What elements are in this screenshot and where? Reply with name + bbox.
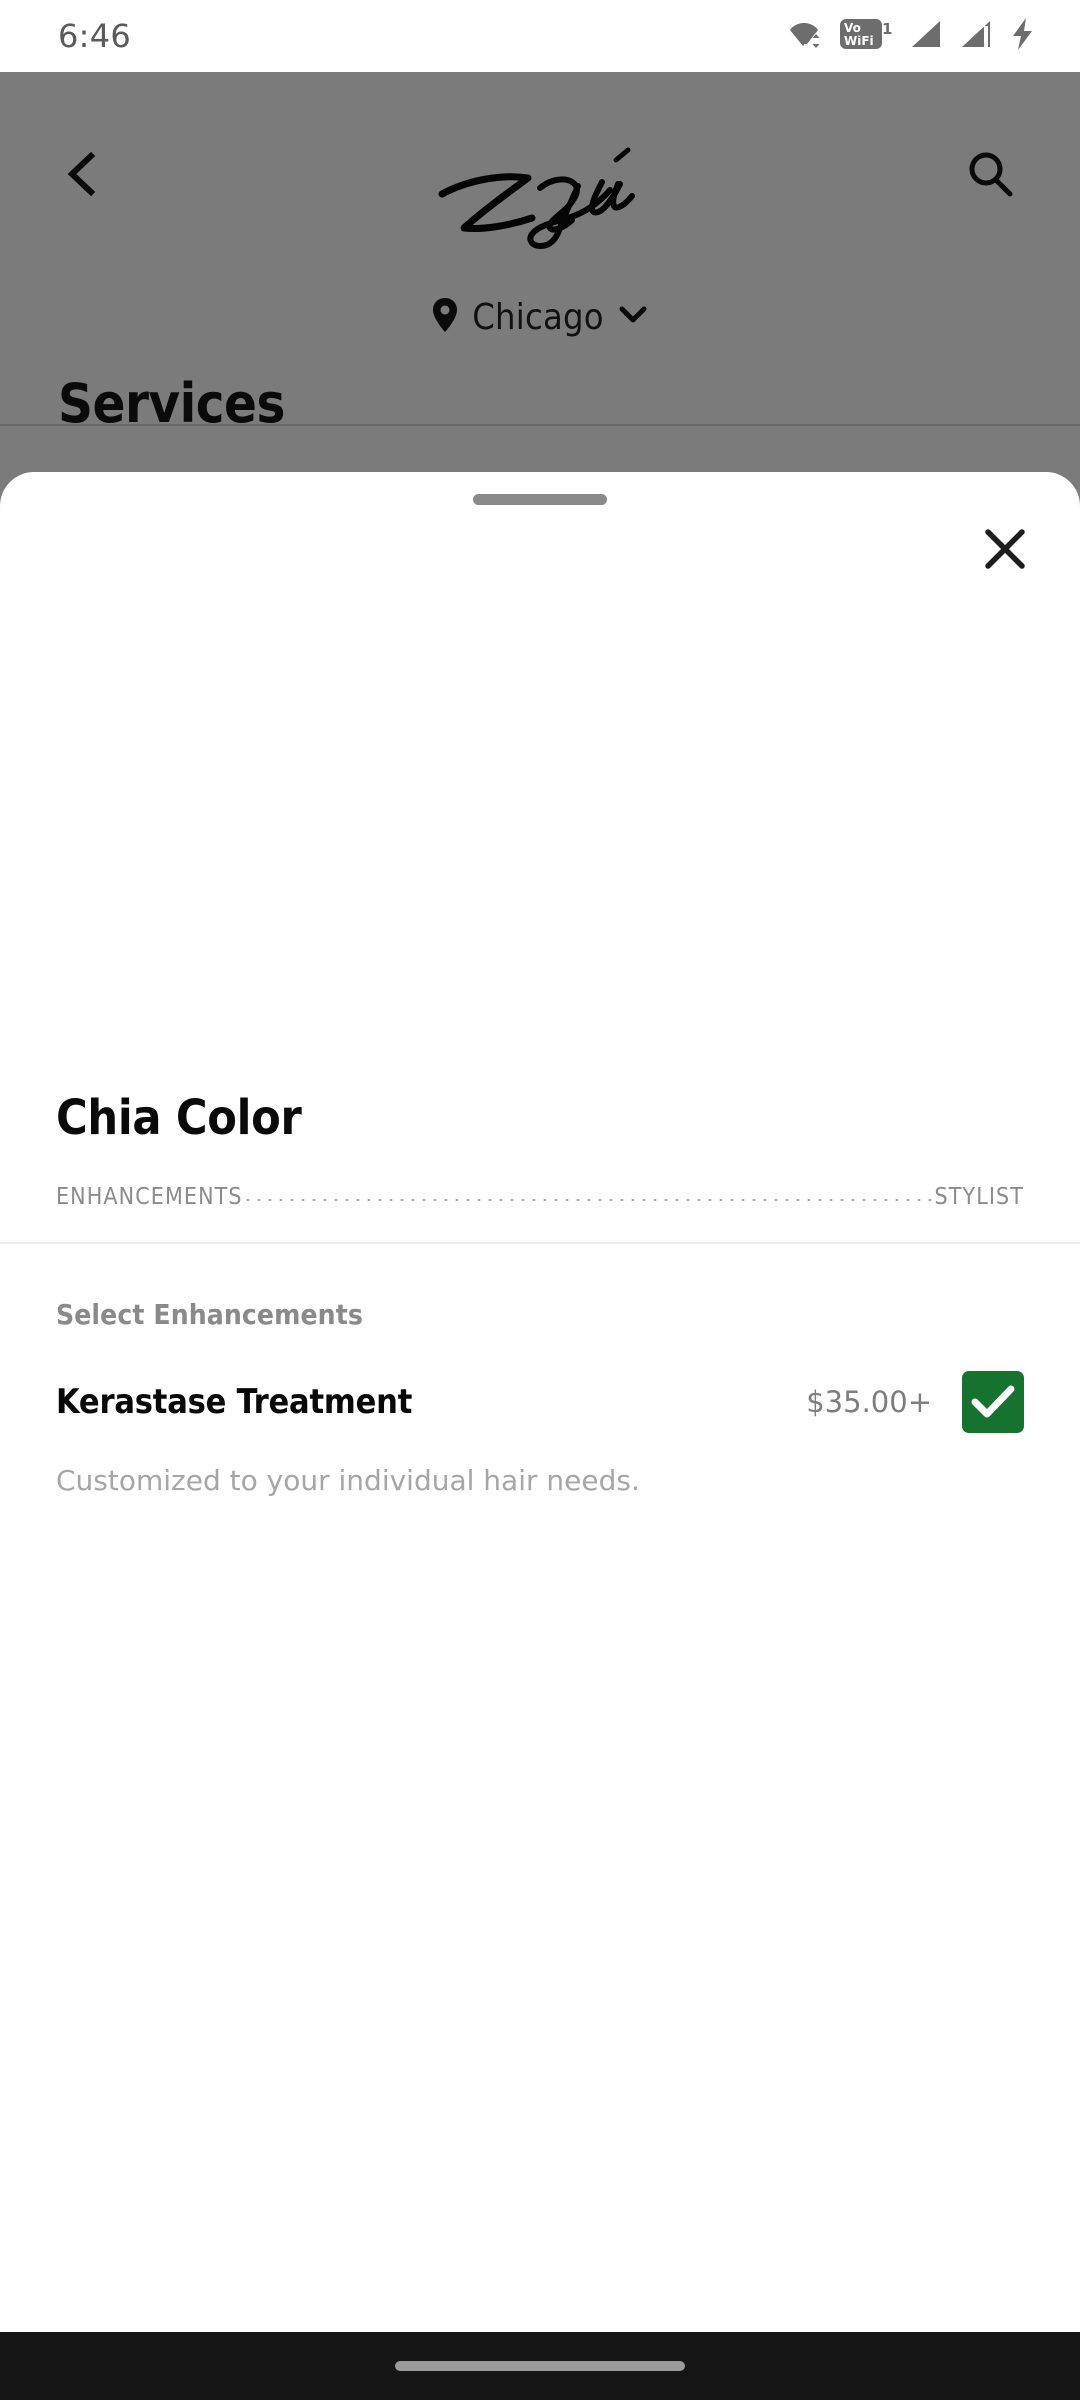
battery-charging-icon [1010,17,1036,56]
status-bar-clock: 6:46 [58,17,132,55]
list-item[interactable]: Kerastase Treatment $35.00+ Customized t… [0,1362,1080,1497]
enhancement-description: Customized to your individual hair needs… [56,1464,640,1497]
sheet-title: Chia Color [56,1090,302,1146]
system-navigation-bar [0,2332,1080,2400]
search-icon[interactable] [962,146,1018,202]
enhancement-checkbox[interactable] [962,1371,1024,1433]
signal-bars-sim1-icon [910,19,944,54]
svg-text:Vo: Vo [844,21,861,35]
vowifi-badge-icon: Vo WiFi 1 [840,17,894,56]
brand-logo-zazu [420,142,660,252]
signal-bars-sim2-icon [960,19,994,54]
close-icon[interactable] [968,512,1042,586]
svg-text:1: 1 [882,20,892,38]
breadcrumb-dotted-connector [244,1199,933,1201]
phone-screen: 6:46 Vo WiFi 1 Chicago Services Chia Col… [0,0,1080,2400]
chevron-down-icon [618,304,648,331]
breadcrumb-divider [0,1242,1080,1244]
location-label: Chicago [472,297,604,338]
section-label-select-enhancements: Select Enhancements [56,1298,363,1331]
enhancement-price: $35.00+ [806,1385,932,1419]
breadcrumb-step-stylist[interactable]: STYLIST [934,1184,1024,1210]
enhancement-row[interactable]: Kerastase Treatment $35.00+ [0,1362,1080,1442]
svg-text:WiFi: WiFi [844,34,874,48]
back-chevron-icon[interactable] [58,148,110,200]
breadcrumb: ENHANCEMENTS STYLIST [56,1184,1024,1210]
enhancement-row-right: $35.00+ [806,1371,1024,1433]
breadcrumb-step-enhancements[interactable]: ENHANCEMENTS [56,1184,243,1210]
location-selector[interactable]: Chicago [0,297,1080,338]
header-divider [0,424,1080,426]
home-indicator[interactable] [395,2361,685,2371]
sheet-drag-handle[interactable] [473,494,607,505]
wifi-data-icon [790,19,824,54]
status-bar: 6:46 Vo WiFi 1 [0,0,1080,72]
enhancements-bottom-sheet: Chia Color ENHANCEMENTS STYLIST Select E… [0,472,1080,2400]
app-header: Chicago Services [0,72,1080,435]
status-bar-icons: Vo WiFi 1 [790,17,1036,56]
location-pin-icon [432,297,458,338]
enhancement-name: Kerastase Treatment [56,1382,413,1422]
